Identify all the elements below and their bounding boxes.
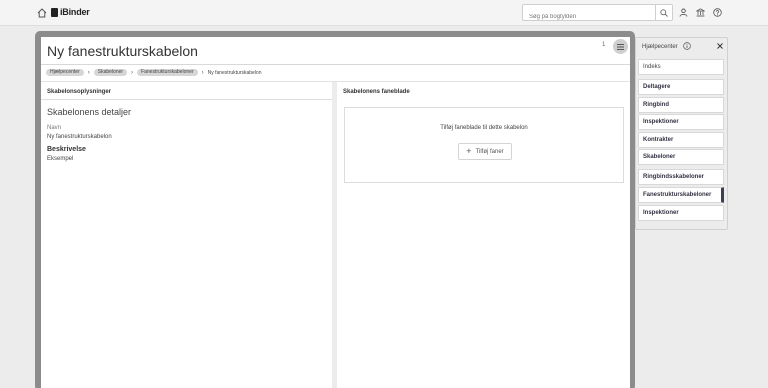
help-item-templates[interactable]: Skabeloner xyxy=(638,149,724,165)
details-title: Skabelonens detaljer xyxy=(47,107,132,117)
title-divider xyxy=(41,64,630,65)
search-icon xyxy=(660,8,668,17)
template-info-panel: Skabelonsoplysninger Skabelonens detalje… xyxy=(41,82,332,388)
help-item-inspections[interactable]: Inspektioner xyxy=(638,114,724,130)
heading-divider xyxy=(41,99,332,100)
add-tabs-label: Tilføj faner xyxy=(475,148,504,155)
search-box xyxy=(522,4,673,25)
add-tabs-button[interactable]: + Tilføj faner xyxy=(458,143,512,160)
chevron-right-icon: › xyxy=(87,69,90,76)
help-panel-header: Hjælpecenter xyxy=(636,38,727,57)
help-item-contracts[interactable]: Kontrakter xyxy=(638,132,724,148)
help-subitem-binder-templates[interactable]: Ringbindsskabeloner xyxy=(638,169,724,185)
description-label: Beskrivelse xyxy=(47,146,86,153)
organization-icon[interactable] xyxy=(696,8,705,17)
help-center-panel: Hjælpecenter Indeks Deltagere Ringbind I… xyxy=(635,37,728,230)
breadcrumb-current: Ny fanestrukturskabelon xyxy=(207,69,262,76)
chevron-right-icon: › xyxy=(131,69,134,76)
tabs-empty-text: Tilføj faneblade til dette skabelon xyxy=(440,125,528,131)
chevron-right-icon: › xyxy=(201,69,204,76)
close-icon[interactable] xyxy=(716,42,724,50)
plus-icon: + xyxy=(466,146,472,156)
name-label: Navn xyxy=(47,125,62,131)
template-info-heading: Skabelonsoplysninger xyxy=(47,89,112,95)
breadcrumb-templates[interactable]: Skabeloner xyxy=(93,69,128,76)
ibinder-logo[interactable]: iBinder xyxy=(51,7,90,17)
name-value: Ny fanestrukturskabelon xyxy=(47,134,112,140)
template-tabs-heading: Skabelonens faneblade xyxy=(343,89,410,95)
search-input[interactable] xyxy=(523,9,655,25)
info-icon[interactable] xyxy=(683,42,691,50)
breadcrumb-help-center[interactable]: Hjælpecenter xyxy=(46,69,84,76)
breadcrumb: Hjælpecenter › Skabeloner › Fanestruktur… xyxy=(46,69,262,76)
help-subitem-inspection-templates[interactable]: Inspektioner xyxy=(638,205,724,221)
logo-mark-icon xyxy=(51,7,58,17)
help-item-participants[interactable]: Deltagere xyxy=(638,79,724,95)
search-button[interactable] xyxy=(655,5,672,20)
help-icon[interactable] xyxy=(713,8,722,17)
help-item-binders[interactable]: Ringbind xyxy=(638,97,724,113)
user-icon[interactable] xyxy=(679,8,688,17)
template-tabs-panel: Skabelonens faneblade Tilføj faneblade t… xyxy=(337,82,630,388)
description-value: Eksempel xyxy=(47,156,74,162)
breadcrumb-tab-structure-templates[interactable]: Fanestrukturskabeloner xyxy=(137,69,198,76)
menu-button[interactable] xyxy=(613,39,628,54)
template-card: Ny fanestrukturskabelon 1 Hjælpecenter ›… xyxy=(41,37,630,388)
page-count: 1 xyxy=(602,42,606,48)
top-bar: iBinder xyxy=(0,0,768,26)
home-icon[interactable] xyxy=(37,8,47,18)
help-panel-title: Hjælpecenter xyxy=(642,44,678,50)
tabs-empty-state: Tilføj faneblade til dette skabelon + Ti… xyxy=(344,107,624,183)
logo-text: iBinder xyxy=(60,7,90,17)
help-item-index[interactable]: Indeks xyxy=(638,59,724,75)
help-subitem-tab-structure-templates[interactable]: Fanestrukturskabeloner xyxy=(638,187,724,203)
hamburger-icon xyxy=(617,43,624,50)
page-title: Ny fanestrukturskabelon xyxy=(47,43,198,59)
